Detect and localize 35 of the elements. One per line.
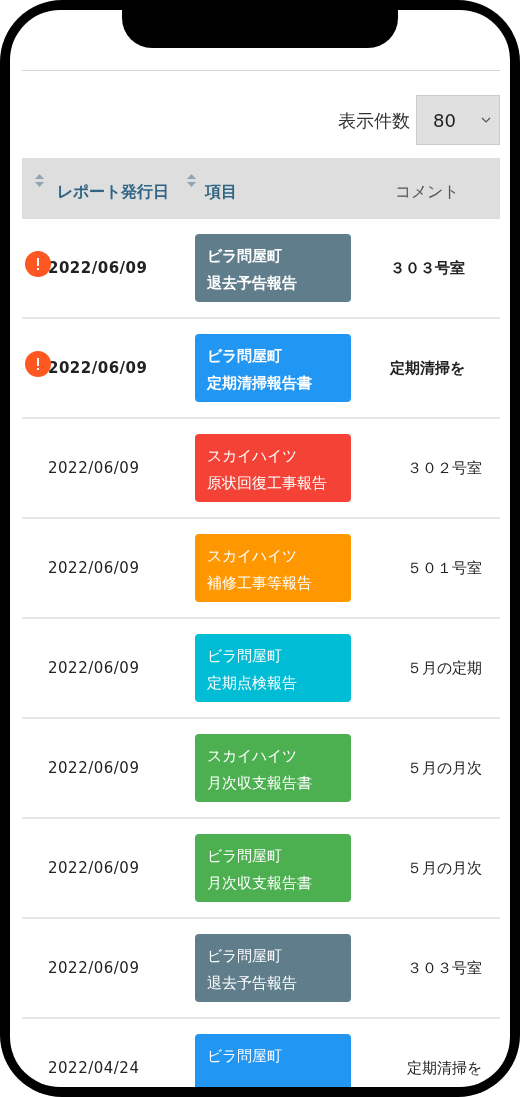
date-cell-text: 2022/06/09 [48,757,140,779]
page-size-label: 表示件数 [338,108,410,133]
date-cell-text: 2022/06/09 [48,557,140,579]
column-header[interactable]: レポート発行日 [57,180,169,204]
sort-icon[interactable] [187,174,196,187]
date-cell-text: 2022/06/09 [48,857,140,879]
report-tag[interactable]: ビラ問屋町 退去予告報告 [195,934,351,1002]
date-cell-text: 2022/04/24 [48,1057,140,1079]
comment-cell-text: ３０２号室 [407,457,482,479]
comment-cell-text: 定期清掃を [407,1057,482,1079]
comment-cell-text: 定期清掃を [390,357,465,379]
report-tag[interactable]: ビラ問屋町 定期点検報告 [195,634,351,702]
report-tag[interactable]: スカイハイツ 原状回復工事報告 [195,434,351,502]
date-cell-text: 2022/06/09 [48,657,140,679]
date-cell-text: 2022/06/09 [48,257,148,279]
comment-cell-text: ３０３号室 [407,957,482,979]
comment-cell-text: ５０１号室 [407,557,482,579]
page-size-select[interactable]: 80 [416,95,500,145]
comment-cell-text: ５月の定期 [407,657,482,679]
date-cell-text: 2022/06/09 [48,457,140,479]
column-header: コメント [395,181,459,203]
date-cell-text: 2022/06/09 [48,357,148,379]
report-tag[interactable]: スカイハイツ 補修工事等報告 [195,534,351,602]
report-tag[interactable]: ビラ問屋町 定期清掃報告書 [195,334,351,402]
report-tag[interactable]: スカイハイツ 月次収支報告書 [195,734,351,802]
comment-cell-text: ３０３号室 [390,257,465,279]
comment-cell-text: ５月の月次 [407,757,482,779]
report-tag[interactable]: ビラ問屋町 [195,1034,351,1087]
date-cell-text: 2022/06/09 [48,957,140,979]
report-tag[interactable]: ビラ問屋町 月次収支報告書 [195,834,351,902]
chevron-down-icon [481,117,491,123]
column-header[interactable]: 項目 [205,180,237,204]
report-tag[interactable]: ビラ問屋町 退去予告報告 [195,234,351,302]
sort-icon[interactable] [35,174,44,187]
comment-cell-text: ５月の月次 [407,857,482,879]
